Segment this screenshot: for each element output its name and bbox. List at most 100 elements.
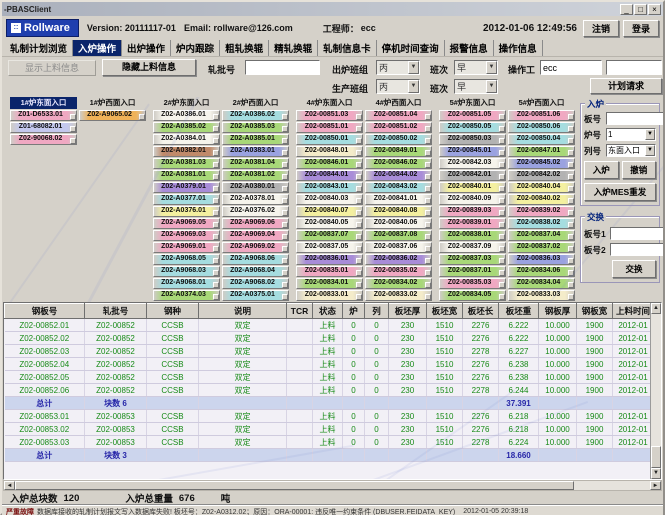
vertical-scroll-thumb[interactable] [651, 446, 661, 468]
slab-cell[interactable]: Z02-00839.01 [439, 218, 506, 229]
slab-cell[interactable]: Z02-00837.06 [365, 242, 432, 253]
slab-cell[interactable]: Z02-00850.01 [296, 134, 363, 145]
slab-mini-button[interactable] [425, 174, 431, 180]
slab-mini-button[interactable] [70, 138, 76, 144]
slab-mini-button[interactable] [213, 162, 219, 168]
slab-mini-button[interactable] [213, 150, 219, 156]
slab-mini-button[interactable] [356, 210, 362, 216]
slab-mini-button[interactable] [356, 234, 362, 240]
slab-cell[interactable]: Z02-00847.01 [508, 146, 575, 157]
slab-mini-button[interactable] [568, 270, 574, 276]
slab-mini-button[interactable] [499, 162, 505, 168]
column-header-9[interactable]: 板坯宽 [427, 304, 463, 319]
slab-cell[interactable]: Z02-00835.02 [365, 266, 432, 277]
slab-cell[interactable]: Z02-A9068.02 [222, 278, 289, 289]
slab-cell[interactable]: Z01-68082.01 [10, 122, 77, 133]
slab-mini-button[interactable] [70, 126, 76, 132]
column-header-12[interactable]: 钢板厚 [539, 304, 577, 319]
slab-cell[interactable]: Z02-00834.02 [365, 278, 432, 289]
chevron-down-icon[interactable]: ▼ [645, 145, 655, 156]
slab-cell[interactable]: Z02-A0383.01 [222, 146, 289, 157]
column-header-11[interactable]: 板坯重 [499, 304, 539, 319]
slab-mini-button[interactable] [213, 126, 219, 132]
slab-cell[interactable]: Z02-00833.01 [296, 290, 363, 301]
slab-cell[interactable]: Z02-A0386.02 [222, 110, 289, 121]
column-header-14[interactable]: 上料时间 [613, 304, 654, 319]
slab-cell[interactable]: Z02-00842.01 [439, 170, 506, 181]
slab-cell[interactable]: Z02-00837.08 [365, 230, 432, 241]
slab-cell[interactable]: Z02-A9068.06 [222, 254, 289, 265]
slab-cell[interactable]: Z02-00851.02 [365, 122, 432, 133]
slab-mini-button[interactable] [356, 294, 362, 300]
slab-cell[interactable]: Z02-00851.03 [296, 110, 363, 121]
slab-mini-button[interactable] [282, 198, 288, 204]
slab-cell[interactable]: Z02-00839.03 [439, 206, 506, 217]
slab-cell[interactable]: Z02-00840.02 [508, 194, 575, 205]
furnace-column-header[interactable]: 2#炉东面入口 [153, 97, 220, 109]
production-group-select[interactable]: 丙▼ [376, 79, 420, 94]
tab-5[interactable]: 精轧换辊 [269, 40, 318, 56]
tab-0[interactable]: 轧制计划浏览 [5, 40, 73, 56]
slab-mini-button[interactable] [282, 114, 288, 120]
discharge-shift-select[interactable]: 早▼ [454, 60, 498, 75]
slab-cell[interactable]: Z02-00833.02 [365, 290, 432, 301]
slab-cell[interactable]: Z02-00835.01 [296, 266, 363, 277]
slab-mini-button[interactable] [282, 282, 288, 288]
slab-cell[interactable]: Z02-A9068.03 [153, 266, 220, 277]
logout-button[interactable]: 注销 [583, 20, 619, 37]
slab-cell[interactable]: Z02-A0385.01 [222, 134, 289, 145]
slab-cell[interactable]: Z02-00834.06 [508, 266, 575, 277]
slab-cell[interactable]: Z02-A0381.01 [153, 170, 220, 181]
minimize-icon[interactable]: _ [620, 4, 633, 15]
slab-cell[interactable]: Z02-00834.04 [508, 278, 575, 289]
slab-mini-button[interactable] [425, 222, 431, 228]
slab-cell[interactable]: Z02-00851.04 [365, 110, 432, 121]
table-row[interactable]: Z02-00852.04Z02-00852CCSB双定上料00230151022… [5, 358, 654, 371]
slab-mini-button[interactable] [499, 258, 505, 264]
slab-mini-button[interactable] [568, 222, 574, 228]
column-header-5[interactable]: 状态 [313, 304, 343, 319]
slab-mini-button[interactable] [356, 270, 362, 276]
slab-cell[interactable]: Z02-00850.02 [365, 134, 432, 145]
slab-mini-button[interactable] [356, 246, 362, 252]
slab-mini-button[interactable] [356, 150, 362, 156]
slab-mini-button[interactable] [425, 186, 431, 192]
tab-8[interactable]: 报警信息 [445, 40, 494, 56]
slab-mini-button[interactable] [568, 126, 574, 132]
column-header-0[interactable]: 钢板号 [5, 304, 85, 319]
slab-mini-button[interactable] [213, 246, 219, 252]
slab-cell[interactable]: Z02-00850.05 [439, 122, 506, 133]
maximize-icon[interactable]: □ [634, 4, 647, 15]
close-icon[interactable]: × [648, 4, 661, 15]
tab-4[interactable]: 粗轧换辊 [220, 40, 269, 56]
slab-cell[interactable]: Z02-A0381.04 [222, 158, 289, 169]
slab-mini-button[interactable] [70, 114, 76, 120]
slab-cell[interactable]: Z02-00838.02 [508, 218, 575, 229]
slab-cell[interactable]: Z02-00846.01 [296, 158, 363, 169]
slab-cell[interactable]: Z02-00839.02 [508, 206, 575, 217]
furnace-column-header[interactable]: 1#炉东面入口 [10, 97, 77, 109]
slab-mini-button[interactable] [499, 138, 505, 144]
table-row[interactable]: Z02-00852.01Z02-00852CCSB双定上料00230151022… [5, 319, 654, 332]
slab-mini-button[interactable] [282, 126, 288, 132]
slab-mini-button[interactable] [282, 162, 288, 168]
chevron-down-icon[interactable]: ▼ [486, 61, 497, 74]
slab-cell[interactable]: Z02-00837.04 [508, 230, 575, 241]
column-header-2[interactable]: 钢种 [147, 304, 199, 319]
slab-cell[interactable]: Z02-00845.01 [439, 146, 506, 157]
slab-cell[interactable]: Z02-00836.02 [365, 254, 432, 265]
slab-mini-button[interactable] [568, 258, 574, 264]
slab-cell[interactable]: Z02-00837.05 [296, 242, 363, 253]
slab-mini-button[interactable] [568, 294, 574, 300]
table-row[interactable]: Z02-00852.06Z02-00852CCSB双定上料00230151022… [5, 384, 654, 397]
batch-input[interactable] [245, 60, 320, 75]
slab-cell[interactable]: Z02-A0386.01 [153, 110, 220, 121]
horizontal-scroll-thumb[interactable] [15, 481, 574, 490]
slab-mini-button[interactable] [282, 186, 288, 192]
slab-cell[interactable]: Z02-00837.02 [508, 242, 575, 253]
slab-cell[interactable]: Z02-00851.05 [439, 110, 506, 121]
slab-cell[interactable]: Z02-A9069.05 [153, 218, 220, 229]
slab1-input[interactable] [610, 227, 663, 240]
slab-mini-button[interactable] [139, 114, 145, 120]
slab-cell[interactable]: Z02-00834.01 [296, 278, 363, 289]
